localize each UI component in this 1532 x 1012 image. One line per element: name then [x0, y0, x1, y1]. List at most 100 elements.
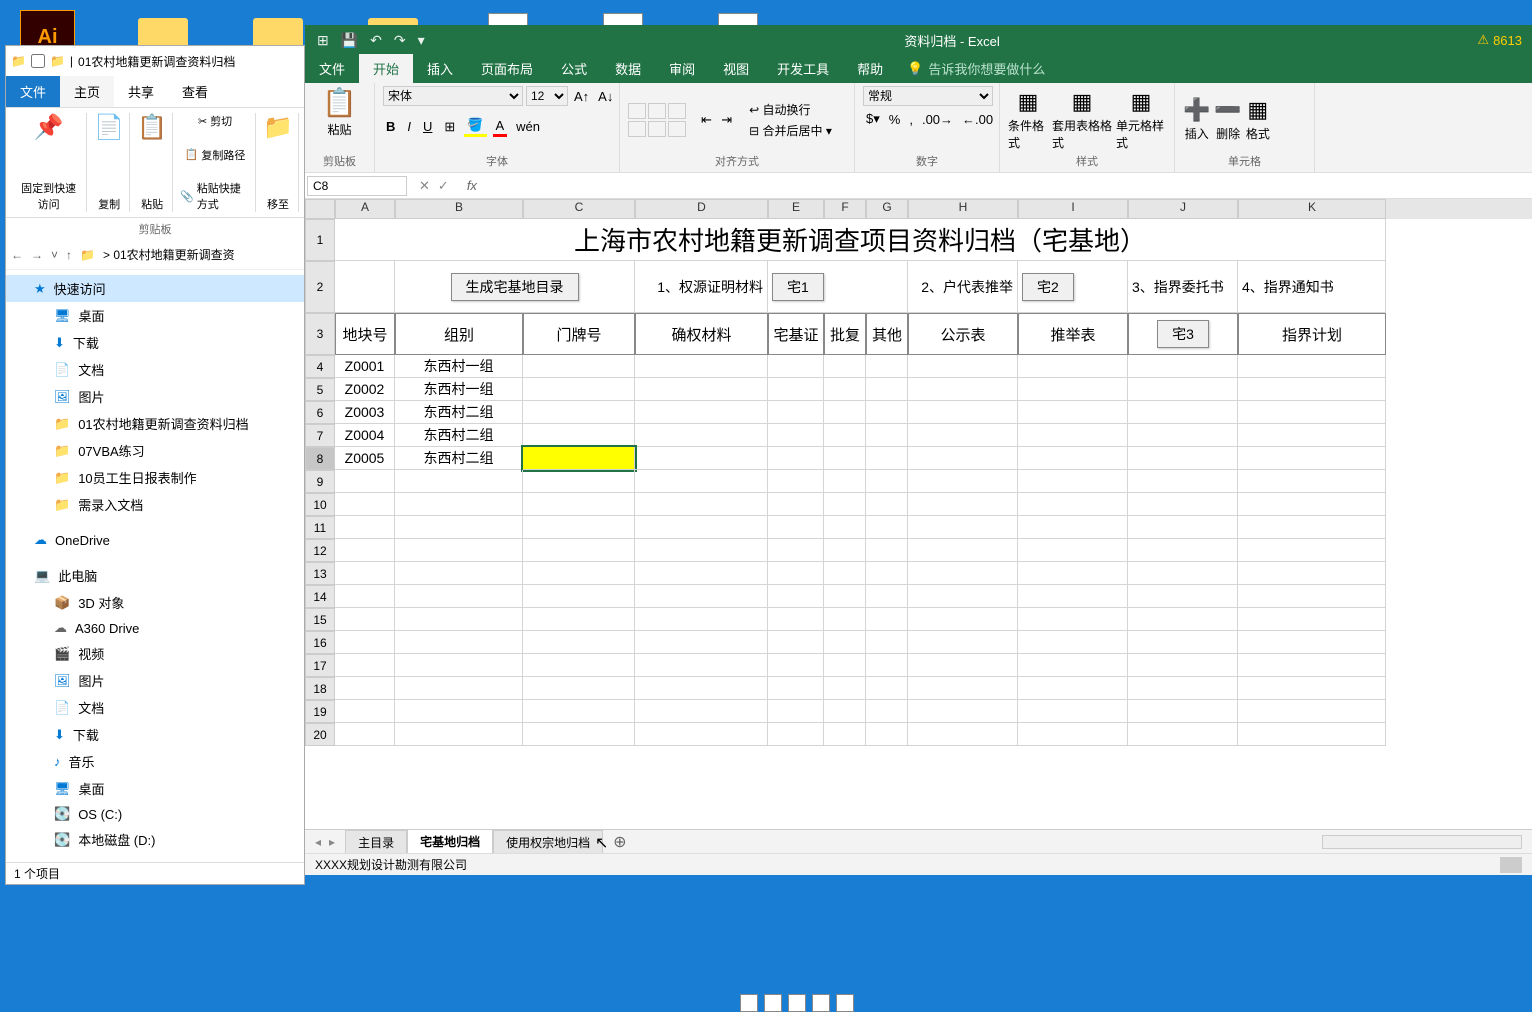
cell-A6[interactable]: Z0003 — [335, 401, 395, 424]
indent-left-icon[interactable]: ⇤ — [698, 111, 715, 129]
tab-file[interactable]: 文件 — [6, 76, 60, 107]
row-header-2[interactable]: 2 — [305, 261, 335, 313]
cell-C14[interactable] — [523, 585, 635, 608]
cell-I12[interactable] — [1018, 539, 1128, 562]
cell-D14[interactable] — [635, 585, 768, 608]
cell-G17[interactable] — [866, 654, 908, 677]
breadcrumb[interactable]: > 01农村地籍更新调查资 — [103, 246, 235, 263]
cell-G8[interactable] — [866, 447, 908, 470]
cell-B14[interactable] — [395, 585, 523, 608]
italic-button[interactable]: I — [404, 118, 414, 135]
cell-K9[interactable] — [1238, 470, 1386, 493]
back-icon[interactable]: ← — [11, 248, 23, 262]
cell-I11[interactable] — [1018, 516, 1128, 539]
paste-shortcut-button[interactable]: 📎粘贴快捷方式 — [180, 180, 250, 212]
header-h_e[interactable]: 宅基证 — [768, 313, 824, 355]
qa-dropdown-icon[interactable]: ▾ — [418, 32, 425, 49]
phonetic-button[interactable]: wén — [513, 118, 543, 135]
paste-icon[interactable]: 📋 — [137, 113, 167, 142]
cell-E9[interactable] — [768, 470, 824, 493]
cell-E15[interactable] — [768, 608, 824, 631]
row-header-6[interactable]: 6 — [305, 401, 335, 424]
cell-A10[interactable] — [335, 493, 395, 516]
select-checkbox[interactable] — [31, 54, 45, 68]
cell-D8[interactable] — [635, 447, 768, 470]
nav-onedrive[interactable]: ☁OneDrive — [6, 528, 304, 552]
cell-E10[interactable] — [768, 493, 824, 516]
cell-C16[interactable] — [523, 631, 635, 654]
cell-J16[interactable] — [1128, 631, 1238, 654]
tab-layout[interactable]: 页面布局 — [467, 54, 547, 83]
cell-I18[interactable] — [1018, 677, 1128, 700]
tab-share[interactable]: 共享 — [114, 76, 168, 107]
merge-center-button[interactable]: ⊟ 合并后居中 ▾ — [749, 122, 832, 139]
cell-E13[interactable] — [768, 562, 824, 585]
cell-B19[interactable] — [395, 700, 523, 723]
cell-H20[interactable] — [908, 723, 1018, 746]
cell-F5[interactable] — [824, 378, 866, 401]
row-header-14[interactable]: 14 — [305, 585, 335, 608]
nav-folder4[interactable]: 📁需录入文档 — [6, 491, 304, 518]
row-header-1[interactable]: 1 — [305, 219, 335, 261]
sheet-last-icon[interactable]: ▸ — [329, 835, 335, 849]
taskbar-app[interactable] — [788, 994, 806, 1012]
cell-D4[interactable] — [635, 355, 768, 378]
cell-A12[interactable] — [335, 539, 395, 562]
cell-H14[interactable] — [908, 585, 1018, 608]
cell-B8[interactable]: 东西村二组 — [395, 447, 523, 470]
cell-J17[interactable] — [1128, 654, 1238, 677]
cell-J12[interactable] — [1128, 539, 1238, 562]
cell-G10[interactable] — [866, 493, 908, 516]
row-header-12[interactable]: 12 — [305, 539, 335, 562]
nav-folder2[interactable]: 📁07VBA练习 — [6, 437, 304, 464]
cell-F10[interactable] — [824, 493, 866, 516]
cell-G5[interactable] — [866, 378, 908, 401]
cell-D12[interactable] — [635, 539, 768, 562]
increase-decimal-icon[interactable]: .00→ — [919, 111, 956, 128]
cell-E16[interactable] — [768, 631, 824, 654]
cell-A5[interactable]: Z0002 — [335, 378, 395, 401]
cell-C6[interactable] — [523, 401, 635, 424]
add-sheet-icon[interactable]: ⊕ — [603, 832, 636, 852]
fill-color-button[interactable]: 🪣 — [464, 116, 486, 137]
column-header-A[interactable]: A — [335, 199, 395, 219]
cell-G16[interactable] — [866, 631, 908, 654]
cell-K11[interactable] — [1238, 516, 1386, 539]
tab-data[interactable]: 数据 — [601, 54, 655, 83]
cell-D19[interactable] — [635, 700, 768, 723]
cell-K19[interactable] — [1238, 700, 1386, 723]
sheet-first-icon[interactable]: ◂ — [315, 835, 321, 849]
header-h_d[interactable]: 确权材料 — [635, 313, 768, 355]
cell-H18[interactable] — [908, 677, 1018, 700]
cell-K20[interactable] — [1238, 723, 1386, 746]
cell-F7[interactable] — [824, 424, 866, 447]
border-button[interactable]: ⊞ — [441, 118, 458, 136]
cell-I4[interactable] — [1018, 355, 1128, 378]
cell-F12[interactable] — [824, 539, 866, 562]
cell-G13[interactable] — [866, 562, 908, 585]
column-header-B[interactable]: B — [395, 199, 523, 219]
cell-styles-button[interactable]: ▦单元格样式 — [1116, 89, 1166, 151]
cell-J6[interactable] — [1128, 401, 1238, 424]
nav-desktop[interactable]: 🖥桌面 — [6, 302, 304, 329]
format-cells-button[interactable]: ▦格式 — [1246, 97, 1270, 142]
copy-path-button[interactable]: 📋复制路径 — [185, 147, 246, 163]
taskbar-app[interactable] — [764, 994, 782, 1012]
paste-icon[interactable]: 📋 — [322, 86, 357, 119]
cancel-formula-icon[interactable]: ✕ — [419, 178, 430, 194]
header-h_c[interactable]: 门牌号 — [523, 313, 635, 355]
name-box[interactable] — [307, 176, 407, 196]
forward-icon[interactable]: → — [31, 248, 43, 262]
cell-C11[interactable] — [523, 516, 635, 539]
cell-K14[interactable] — [1238, 585, 1386, 608]
column-header-E[interactable]: E — [768, 199, 824, 219]
cell-H4[interactable] — [908, 355, 1018, 378]
cell-H11[interactable] — [908, 516, 1018, 539]
cell-F4[interactable] — [824, 355, 866, 378]
cell-I6[interactable] — [1018, 401, 1128, 424]
cell-K17[interactable] — [1238, 654, 1386, 677]
save-icon[interactable]: 💾 — [341, 32, 358, 49]
nav-desktop2[interactable]: 🖥桌面 — [6, 775, 304, 802]
tab-developer[interactable]: 开发工具 — [763, 54, 843, 83]
cell-I9[interactable] — [1018, 470, 1128, 493]
